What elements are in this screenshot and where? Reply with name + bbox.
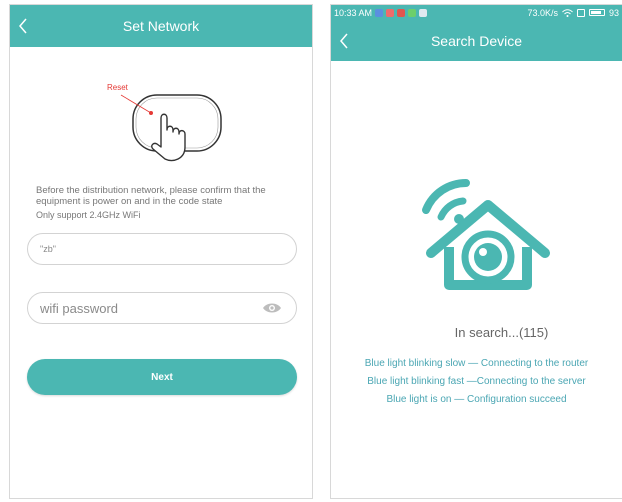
show-password-button[interactable] xyxy=(260,300,284,316)
legend-item: Blue light is on — Configuration succeed xyxy=(386,394,567,405)
ssid-field[interactable]: "zb" xyxy=(27,233,297,265)
camera-house-icon xyxy=(422,179,550,290)
legend-item: Blue light blinking slow — Connecting to… xyxy=(364,358,589,369)
notification-icon xyxy=(397,8,406,17)
title-bar: Set Network xyxy=(10,5,312,47)
password-field[interactable] xyxy=(27,292,297,324)
search-status: In search...(115) xyxy=(454,325,549,340)
wifi-support-note: Only support 2.4GHz WiFi xyxy=(36,210,141,220)
page-title: Set Network xyxy=(122,18,200,34)
notification-icon xyxy=(375,8,384,17)
back-button[interactable] xyxy=(339,20,367,61)
notification-icon xyxy=(408,8,417,17)
notification-icon xyxy=(386,8,395,17)
ssid-value: "zb" xyxy=(40,244,56,254)
page-title: Search Device xyxy=(430,32,523,49)
chevron-left-icon xyxy=(340,33,348,48)
legend-item: Blue light blinking fast —Connecting to … xyxy=(367,376,586,387)
wifi-signal-icon xyxy=(562,8,573,17)
chevron-left-icon xyxy=(19,18,27,34)
battery-icon xyxy=(588,9,605,16)
search-device-screen: 10:33 AM 73.0K/s 93 Search Device In sea… xyxy=(330,4,622,499)
instructions-text: Before the distribution network, please … xyxy=(36,185,266,207)
reset-label: Reset xyxy=(107,83,128,92)
set-network-screen: Set Network Reset Before the distributio… xyxy=(9,4,313,499)
title-bar: Search Device xyxy=(331,20,622,61)
sim-icon xyxy=(576,8,585,17)
notification-icon xyxy=(419,8,428,17)
password-input[interactable] xyxy=(40,300,260,316)
status-time: 10:33 AM xyxy=(334,7,373,18)
reset-illustration: Reset xyxy=(95,75,235,165)
status-bar: 10:33 AM 73.0K/s 93 xyxy=(331,5,622,20)
back-button[interactable] xyxy=(18,5,46,47)
battery-level: 93 xyxy=(608,7,619,18)
network-speed: 73.0K/s xyxy=(527,7,558,18)
next-button[interactable]: Next xyxy=(27,359,297,395)
light-status-legend: Blue light blinking slow — Connecting to… xyxy=(331,355,622,409)
eye-icon xyxy=(263,303,281,313)
